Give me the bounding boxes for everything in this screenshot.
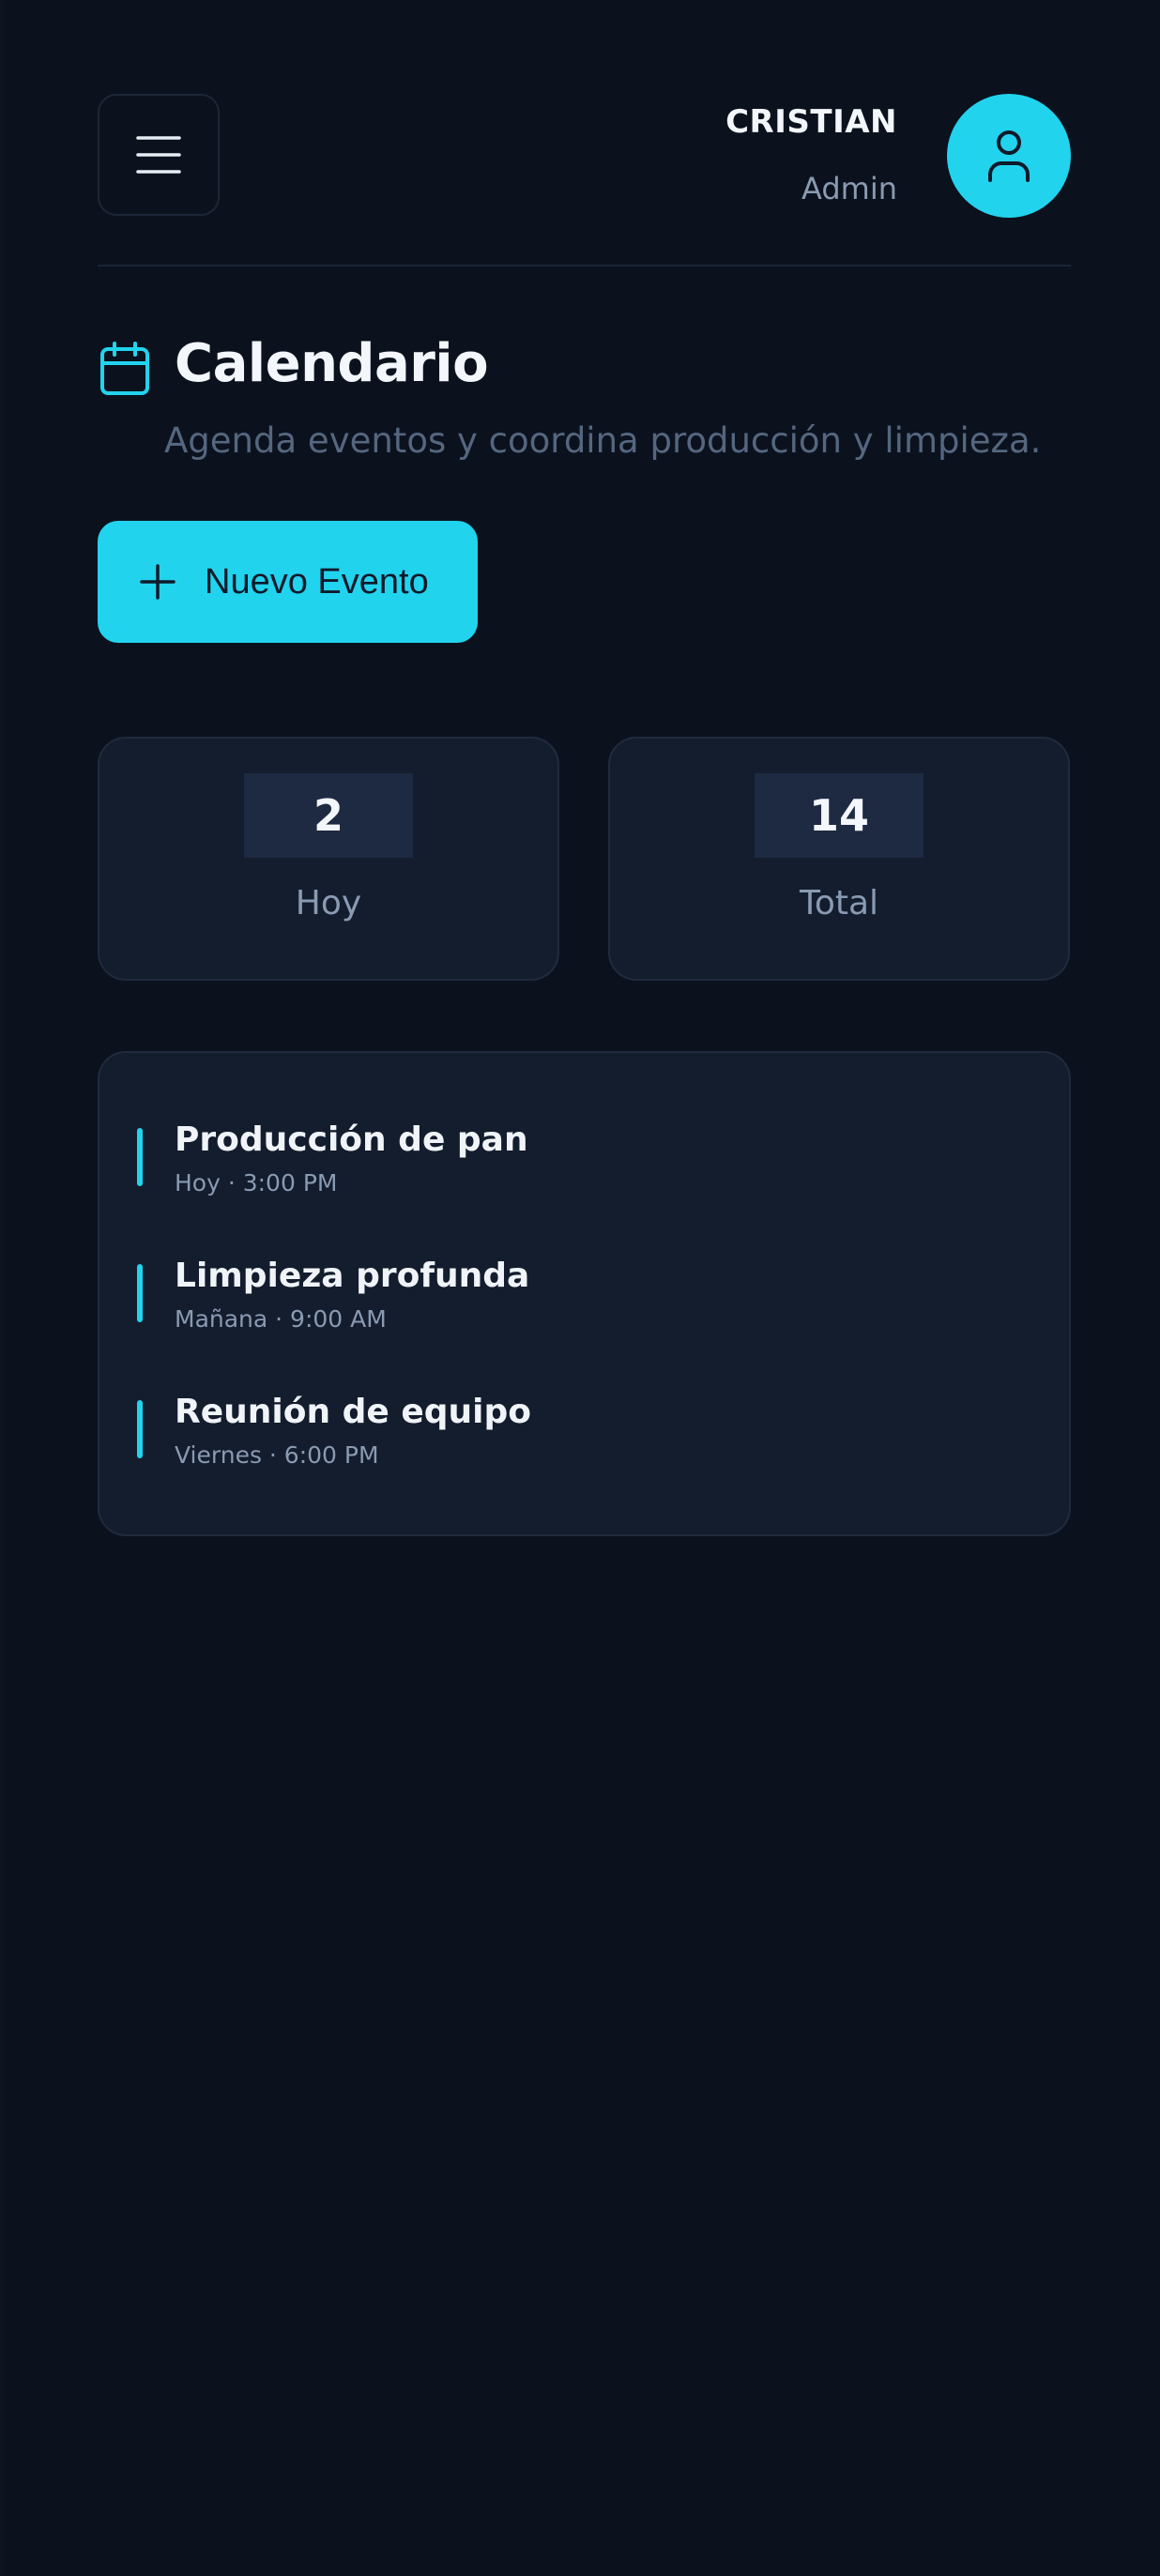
app-page: CRISTIAN Admin Calendario Agenda eventos…: [0, 0, 1160, 2576]
event-meta: Hoy · 3:00 PM: [175, 1169, 338, 1197]
event-meta: Mañana · 9:00 AM: [175, 1305, 387, 1333]
menu-button[interactable]: [98, 94, 220, 216]
stat-card-today: 2 Hoy: [98, 737, 559, 981]
user-icon: [988, 130, 1030, 182]
new-event-label: Nuevo Evento: [205, 561, 429, 602]
header-divider: [98, 265, 1071, 267]
event-accent-bar: [137, 1128, 143, 1186]
event-title: Limpieza profunda: [175, 1257, 530, 1295]
menu-icon: [136, 136, 181, 174]
event-item[interactable]: Limpieza profunda Mañana · 9:00 AM: [137, 1257, 982, 1350]
avatar[interactable]: [947, 94, 1071, 218]
stat-card-total: 14 Total: [608, 737, 1070, 981]
event-title: Producción de pan: [175, 1120, 528, 1159]
calendar-icon: [100, 342, 149, 395]
stat-label: Hoy: [295, 884, 362, 922]
user-role: Admin: [801, 171, 897, 206]
user-name: CRISTIAN: [725, 103, 897, 141]
plus-icon: [140, 564, 176, 600]
event-accent-bar: [137, 1264, 143, 1322]
page-subtitle: Agenda eventos y coordina producción y l…: [164, 420, 1042, 461]
events-list: Producción de pan Hoy · 3:00 PM Limpieza…: [98, 1051, 1071, 1536]
event-item[interactable]: Producción de pan Hoy · 3:00 PM: [137, 1120, 982, 1214]
new-event-button[interactable]: Nuevo Evento: [98, 521, 478, 643]
event-item[interactable]: Reunión de equipo Viernes · 6:00 PM: [137, 1393, 982, 1486]
event-title: Reunión de equipo: [175, 1393, 532, 1431]
event-meta: Viernes · 6:00 PM: [175, 1441, 379, 1469]
stat-label: Total: [799, 884, 879, 922]
stat-value: 14: [755, 773, 923, 858]
event-accent-bar: [137, 1400, 143, 1458]
stat-value: 2: [244, 773, 413, 858]
page-title: Calendario: [175, 333, 489, 394]
